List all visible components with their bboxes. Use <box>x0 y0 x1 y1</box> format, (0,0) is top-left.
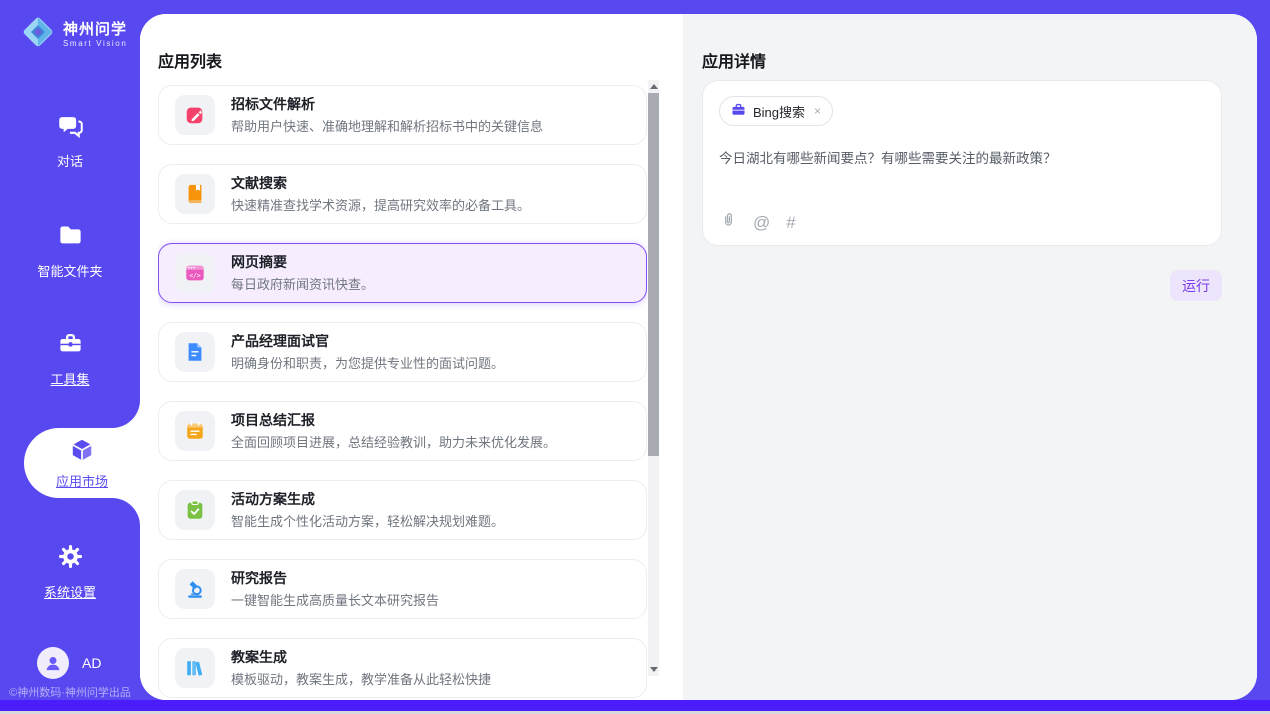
gear-icon <box>57 557 84 574</box>
app-card-name: 产品经理面试官 <box>231 334 504 348</box>
bottom-accent-bar <box>0 700 1270 711</box>
sidebar-item-settings[interactable]: 系统设置 <box>0 543 140 601</box>
note-icon <box>175 411 215 451</box>
app-card-desc: 每日政府新闻资讯快查。 <box>231 278 374 291</box>
sidebar-item-label: 系统设置 <box>0 582 140 601</box>
briefcase-icon <box>731 102 746 120</box>
app-list-title: 应用列表 <box>158 48 222 72</box>
active-tab-curve-bottom <box>112 498 140 526</box>
app-detail-title: 应用详情 <box>702 48 766 72</box>
browser-code-icon: </> <box>175 253 215 293</box>
app-card-name: 招标文件解析 <box>231 97 543 111</box>
sidebar-item-label: 工具集 <box>0 369 140 388</box>
paperclip-icon[interactable] <box>720 211 737 233</box>
app-card-desc: 帮助用户快速、准确地理解和解析招标书中的关键信息 <box>231 120 543 133</box>
microscope-icon <box>175 569 215 609</box>
run-button[interactable]: 运行 <box>1170 270 1222 301</box>
cube-icon <box>69 437 95 468</box>
app-list: 招标文件解析 帮助用户快速、准确地理解和解析招标书中的关键信息 文献搜索 快速精… <box>158 85 647 700</box>
toolbox-icon <box>57 344 84 361</box>
app-card-desc: 智能生成个性化活动方案，轻松解决规划难题。 <box>231 515 504 528</box>
pen-square-icon <box>175 95 215 135</box>
document-pen-icon <box>175 332 215 372</box>
book-icon <box>175 174 215 214</box>
user-profile[interactable]: AD <box>37 647 101 679</box>
tool-tag-label: Bing搜索 <box>753 102 805 121</box>
app-card-name: 项目总结汇报 <box>231 413 556 427</box>
app-card-research-report[interactable]: 研究报告 一键智能生成高质量长文本研究报告 <box>158 559 647 619</box>
app-card-desc: 全面回顾项目进展，总结经验教训，助力未来优化发展。 <box>231 436 556 449</box>
tool-tag-bing-search[interactable]: Bing搜索 × <box>719 96 833 126</box>
mention-icon[interactable]: @ <box>753 214 770 231</box>
app-card-pm-interviewer[interactable]: 产品经理面试官 明确身份和职责，为您提供专业性的面试问题。 <box>158 322 647 382</box>
app-card-name: 文献搜索 <box>231 176 530 190</box>
copyright-text: ©神州数码·神州问学出品 <box>0 684 140 700</box>
sidebar-item-label: 应用市场 <box>56 471 108 490</box>
sidebar-item-smart-folders[interactable]: 智能文件夹 <box>0 222 140 280</box>
active-tab-curve-top <box>112 400 140 428</box>
app-card-name: 教案生成 <box>231 650 491 664</box>
scrollbar-down-arrow-icon[interactable] <box>650 667 658 672</box>
sidebar-item-toolset[interactable]: 工具集 <box>0 330 140 388</box>
app-card-desc: 一键智能生成高质量长文本研究报告 <box>231 594 439 607</box>
app-card-event-plan[interactable]: 活动方案生成 智能生成个性化活动方案，轻松解决规划难题。 <box>158 480 647 540</box>
app-card-lesson-plan[interactable]: 教案生成 模板驱动，教案生成，教学准备从此轻松快捷 <box>158 638 647 698</box>
close-icon[interactable]: × <box>814 104 821 118</box>
query-text[interactable]: 今日湖北有哪些新闻要点？有哪些需要关注的最新政策？ <box>719 149 1205 169</box>
app-card-literature-search[interactable]: 文献搜索 快速精准查找学术资源，提高研究效率的必备工具。 <box>158 164 647 224</box>
clipboard-check-icon <box>175 490 215 530</box>
app-card-web-summary[interactable]: </> 网页摘要 每日政府新闻资讯快查。 <box>158 243 647 303</box>
sidebar-item-app-market[interactable]: 应用市场 <box>24 428 140 498</box>
app-detail-card: Bing搜索 × 今日湖北有哪些新闻要点？有哪些需要关注的最新政策？ @ # <box>702 80 1222 246</box>
app-card-name: 研究报告 <box>231 571 439 585</box>
books-icon <box>175 648 215 688</box>
sidebar-item-label: 智能文件夹 <box>0 261 140 280</box>
chat-icon <box>57 126 84 143</box>
app-card-name: 活动方案生成 <box>231 492 504 506</box>
sidebar-item-label: 对话 <box>0 151 140 170</box>
scrollbar-thumb[interactable] <box>648 93 659 456</box>
brand-diamond-icon <box>18 12 58 57</box>
scrollbar-up-arrow-icon[interactable] <box>650 84 658 89</box>
app-card-name: 网页摘要 <box>231 255 374 269</box>
app-card-project-summary[interactable]: 项目总结汇报 全面回顾项目进展，总结经验教训，助力未来优化发展。 <box>158 401 647 461</box>
app-card-desc: 明确身份和职责，为您提供专业性的面试问题。 <box>231 357 504 370</box>
app-logo: 神州问学 Smart Vision <box>18 12 127 57</box>
avatar <box>37 647 69 679</box>
app-card-bid-parsing[interactable]: 招标文件解析 帮助用户快速、准确地理解和解析招标书中的关键信息 <box>158 85 647 145</box>
app-list-scrollbar[interactable] <box>648 80 659 676</box>
app-card-desc: 快速精准查找学术资源，提高研究效率的必备工具。 <box>231 199 530 212</box>
svg-text:</>: </> <box>189 271 201 279</box>
user-initials: AD <box>82 655 101 671</box>
sidebar-item-chat[interactable]: 对话 <box>0 112 140 170</box>
brand-name-en: Smart Vision <box>63 39 127 48</box>
sidebar: 神州问学 Smart Vision 对话 智能文件夹 <box>0 0 140 714</box>
app-detail-panel: 应用详情 Bing搜索 × 今日湖北有哪些新闻要点？有哪些需要关注的最新政策？ <box>683 14 1257 700</box>
hash-icon[interactable]: # <box>786 214 795 231</box>
folder-icon <box>57 236 84 253</box>
main-content: 应用列表 招标文件解析 帮助用户快速、准确地理解和解析招标书中的关键信息 <box>140 14 1257 700</box>
brand-name-cn: 神州问学 <box>63 21 127 39</box>
app-card-desc: 模板驱动，教案生成，教学准备从此轻松快捷 <box>231 673 491 686</box>
attachment-toolbar: @ # <box>720 211 796 233</box>
app-list-panel: 应用列表 招标文件解析 帮助用户快速、准确地理解和解析招标书中的关键信息 <box>140 14 683 700</box>
